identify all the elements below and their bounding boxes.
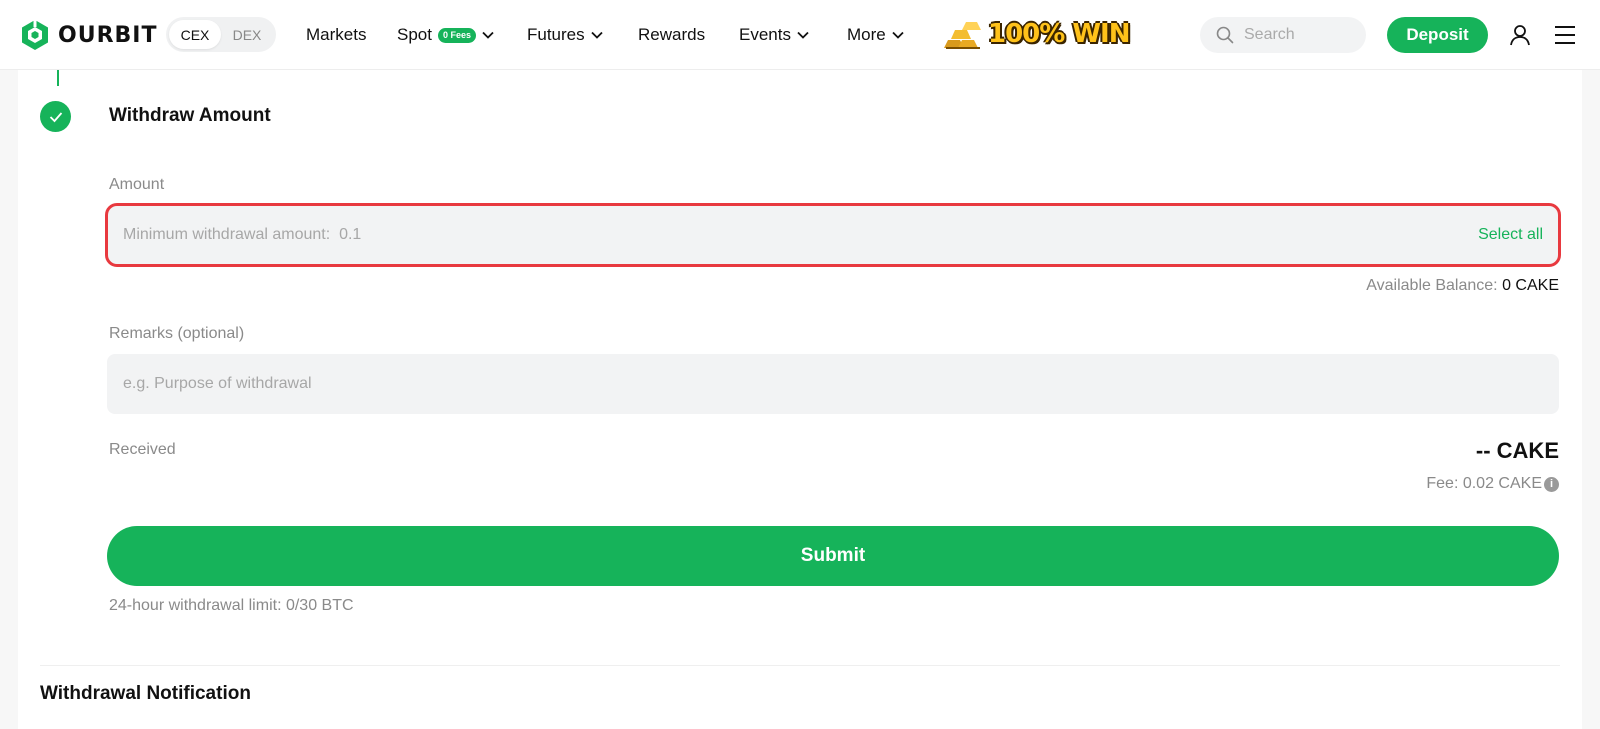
- chevron-down-icon: [797, 31, 809, 39]
- remarks-input[interactable]: [123, 375, 1543, 393]
- nav-futures-label: Futures: [527, 25, 585, 44]
- nav-spot[interactable]: Spot 0 Fees: [397, 0, 494, 70]
- fee-text: Fee: 0.02 CAKE: [1426, 475, 1542, 492]
- search-input[interactable]: [1244, 26, 1354, 44]
- mode-option-cex[interactable]: CEX: [169, 20, 221, 49]
- search-icon: [1216, 26, 1234, 44]
- remarks-field[interactable]: [107, 354, 1559, 414]
- section-divider: [40, 665, 1560, 666]
- nav-rewards[interactable]: Rewards: [638, 0, 705, 70]
- select-all-button[interactable]: Select all: [1478, 226, 1543, 244]
- withdrawal-notification-title: Withdrawal Notification: [40, 683, 251, 704]
- chevron-down-icon: [892, 31, 904, 39]
- deposit-button[interactable]: Deposit: [1387, 17, 1488, 53]
- promo-banner[interactable]: 100% WIN: [944, 16, 1130, 52]
- received-label: Received: [109, 441, 176, 458]
- nav-futures[interactable]: Futures: [527, 0, 603, 70]
- promo-text: 100% WIN: [988, 19, 1130, 49]
- received-value: -- CAKE: [1475, 438, 1559, 463]
- amount-label: Amount: [109, 176, 165, 193]
- available-balance: Available Balance: 0 CAKE: [1366, 277, 1559, 295]
- search-box[interactable]: [1200, 17, 1366, 53]
- available-balance-label: Available Balance:: [1366, 277, 1498, 294]
- submit-button[interactable]: Submit: [107, 526, 1559, 586]
- chevron-down-icon: [591, 31, 603, 39]
- nav-events-label: Events: [739, 25, 791, 44]
- nav-more[interactable]: More: [847, 0, 904, 70]
- chevron-down-icon: [482, 31, 494, 39]
- gold-bars-icon: [944, 22, 981, 49]
- brand-logo[interactable]: OURBIT: [20, 18, 157, 52]
- amount-field[interactable]: Select all: [105, 203, 1561, 267]
- fee-info: Fee: 0.02 CAKE i: [1426, 475, 1559, 493]
- nav-markets-label: Markets: [306, 25, 367, 44]
- info-icon[interactable]: i: [1544, 476, 1559, 492]
- cex-dex-toggle[interactable]: CEX DEX: [166, 17, 276, 52]
- step-connector-line: [57, 70, 59, 86]
- nav-spot-label: Spot: [397, 25, 432, 44]
- ourbit-logo-icon: [22, 20, 48, 50]
- available-balance-value: 0 CAKE: [1502, 277, 1559, 294]
- hamburger-menu-icon[interactable]: [1554, 25, 1576, 45]
- step-complete-check-icon: [40, 101, 71, 132]
- user-account-icon[interactable]: [1508, 23, 1532, 47]
- withdraw-card: Withdraw Amount Amount Select all Availa…: [18, 70, 1582, 729]
- step-title: Withdraw Amount: [109, 105, 271, 126]
- amount-input[interactable]: [123, 226, 1479, 244]
- zero-fees-badge: 0 Fees: [437, 27, 477, 43]
- nav-events[interactable]: Events: [739, 0, 809, 70]
- brand-name: OURBIT: [58, 22, 158, 48]
- nav-markets[interactable]: Markets: [306, 0, 366, 70]
- remarks-label: Remarks (optional): [109, 325, 245, 342]
- nav-rewards-label: Rewards: [638, 25, 706, 44]
- mode-option-dex[interactable]: DEX: [221, 20, 273, 49]
- top-header: OURBIT CEX DEX Markets Spot 0 Fees Futur…: [0, 0, 1600, 70]
- nav-more-label: More: [847, 25, 886, 44]
- withdrawal-limit-text: 24-hour withdrawal limit: 0/30 BTC: [109, 597, 354, 614]
